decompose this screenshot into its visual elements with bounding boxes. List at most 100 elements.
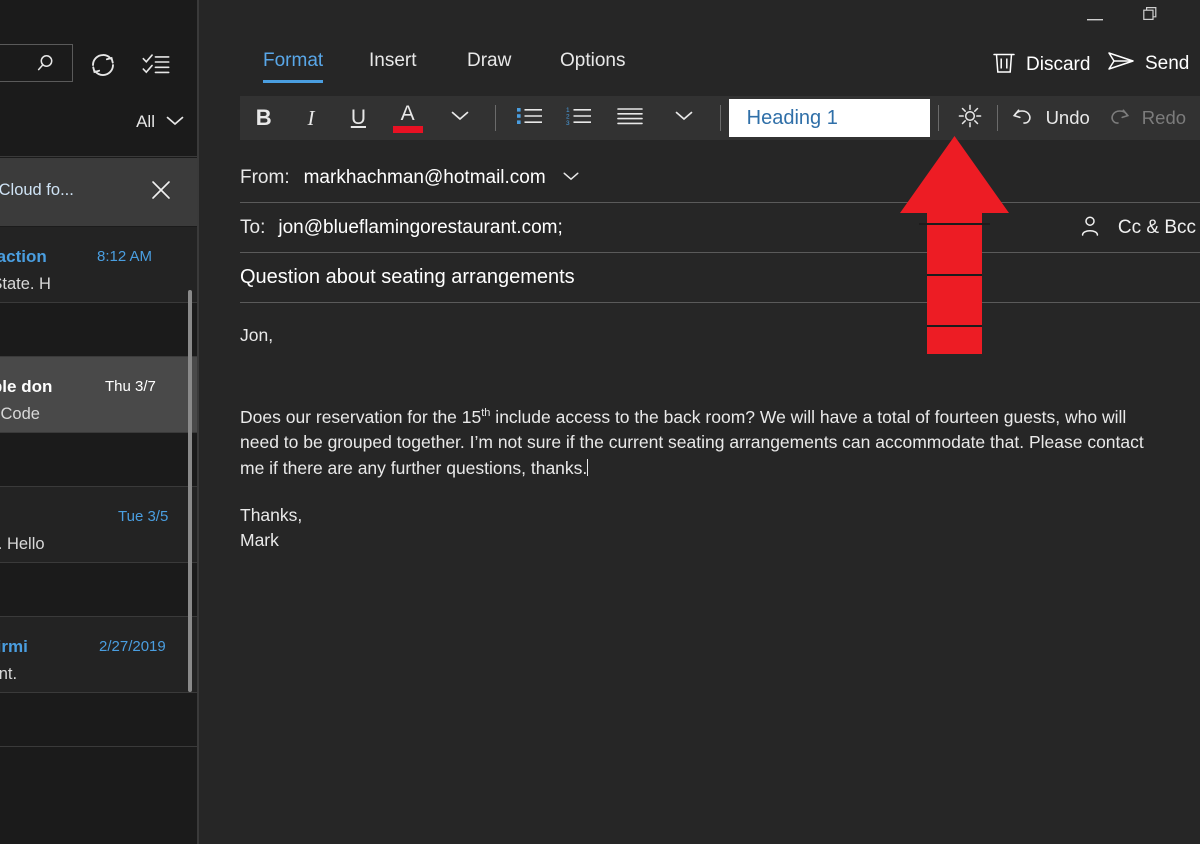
message-subject: n: double don xyxy=(0,377,53,396)
italic-button[interactable]: I xyxy=(287,96,334,140)
from-row[interactable]: From: markhachman@hotmail.com xyxy=(240,154,1200,203)
paragraph-style-value: Heading 1 xyxy=(746,106,838,129)
message-list-spacer xyxy=(0,563,197,617)
to-row[interactable]: To: jon@blueflamingorestaurant.com; Cc &… xyxy=(240,203,1200,253)
message-body[interactable]: Jon, Does our reservation for the 15th i… xyxy=(240,303,1200,844)
message-list-spacer xyxy=(0,693,197,747)
message-date: Thu 3/7 xyxy=(105,378,156,395)
font-color-button[interactable]: A xyxy=(382,96,433,140)
chevron-down-icon xyxy=(450,109,470,127)
notification-text: eative Cloud fo... xyxy=(0,181,74,199)
filter-all-dropdown[interactable]: All xyxy=(136,112,185,132)
underline-icon: U xyxy=(350,106,366,129)
search-icon xyxy=(36,52,60,81)
toolbar-separator xyxy=(996,105,998,131)
tab-insert[interactable]: Insert xyxy=(369,50,417,83)
sidebar-divider xyxy=(0,156,197,157)
restore-button[interactable] xyxy=(1128,0,1174,33)
message-subject: ine attraction xyxy=(0,247,47,266)
undo-icon xyxy=(1010,105,1036,132)
chevron-down-icon xyxy=(674,109,694,127)
redo-button[interactable]: Redo xyxy=(1104,96,1200,140)
paragraph-style-select[interactable]: Heading 1 xyxy=(728,99,931,137)
align-left-icon xyxy=(617,106,644,131)
tab-label: Insert xyxy=(369,50,417,71)
filter-label: All xyxy=(136,112,155,131)
compose-pane: Format Insert Draw Options Discard Send B I … xyxy=(199,0,1200,844)
discard-label: Discard xyxy=(1026,54,1091,75)
underline-button[interactable]: U xyxy=(335,96,382,140)
chevron-down-icon xyxy=(165,112,185,132)
message-list-spacer xyxy=(0,433,197,487)
undo-label: Undo xyxy=(1045,107,1090,128)
subject-value: Question about seating arrangements xyxy=(240,266,575,288)
message-date: 8:12 AM xyxy=(97,248,153,265)
tab-options[interactable]: Options xyxy=(560,50,625,83)
align-button[interactable] xyxy=(604,96,657,140)
message-subject: re confirmi xyxy=(0,637,28,656)
send-label: Send xyxy=(1145,53,1190,74)
font-color-icon: A xyxy=(400,101,415,125)
font-color-swatch xyxy=(392,125,423,133)
undo-button[interactable]: Undo xyxy=(1008,96,1104,140)
to-value: jon@blueflamingorestaurant.com; xyxy=(278,216,563,238)
discard-button[interactable]: Discard xyxy=(993,50,1090,80)
text-caret xyxy=(587,458,589,476)
send-icon xyxy=(1108,50,1134,78)
bold-icon: B xyxy=(255,105,272,130)
send-button[interactable]: Send xyxy=(1108,50,1189,78)
tab-format[interactable]: Format xyxy=(263,50,324,83)
formatting-toolbar[interactable]: B I U A 1 2 3 Heading 1 Undo Redo xyxy=(240,96,1200,140)
search-input[interactable] xyxy=(0,44,73,82)
bulleted-list-icon xyxy=(516,106,543,131)
from-label: From: xyxy=(240,167,290,188)
refresh-icon[interactable] xyxy=(88,50,118,80)
body-paragraph: Does our reservation for the 15th includ… xyxy=(240,401,1159,481)
body-signoff: Thanks, xyxy=(240,505,303,526)
font-options-button[interactable] xyxy=(433,96,486,140)
tab-label: Format xyxy=(263,50,324,71)
body-signature: Mark xyxy=(240,530,279,551)
notification-banner[interactable]: eative Cloud fo... xyxy=(0,158,197,226)
body-paragraph-part1: Does our reservation for the 15 xyxy=(240,406,482,427)
bold-button[interactable]: B xyxy=(240,96,287,140)
message-list-spacer xyxy=(0,303,197,357)
svg-text:3: 3 xyxy=(566,119,570,125)
message-list-item[interactable]: re confirmi 2/27/2019 statement. xyxy=(0,617,197,693)
message-list-item[interactable]: ine attraction 8:12 AM e Tree State. H xyxy=(0,227,197,303)
body-greeting: Jon, xyxy=(240,325,274,345)
checklist-icon[interactable] xyxy=(141,51,171,79)
bulleted-list-button[interactable] xyxy=(505,96,554,140)
message-preview: e Tree State. H xyxy=(0,275,51,293)
message-preview: rls Who Code xyxy=(0,405,40,423)
message-list-item[interactable]: ?Tue 3/5e points. Hello xyxy=(0,487,197,563)
minimize-button[interactable] xyxy=(1072,0,1118,33)
window-titlebar xyxy=(199,0,1200,38)
restore-icon xyxy=(1143,6,1159,27)
message-list[interactable]: ine attraction 8:12 AM e Tree State. H n: d… xyxy=(0,227,197,844)
italic-icon: I xyxy=(307,105,315,130)
from-chevron-down-icon[interactable] xyxy=(562,169,580,187)
minimize-icon xyxy=(1087,8,1103,26)
redo-label: Redo xyxy=(1141,107,1187,128)
paragraph-options-button[interactable] xyxy=(657,96,712,140)
cc-bcc-button[interactable]: Cc & Bcc xyxy=(1078,203,1200,253)
annotation-arrow-up xyxy=(900,136,1009,354)
tab-draw[interactable]: Draw xyxy=(467,50,511,83)
message-preview: e points. Hello xyxy=(0,535,45,553)
redo-icon xyxy=(1106,105,1132,132)
subject-row[interactable]: Question about seating arrangements xyxy=(240,253,1200,303)
to-label: To: xyxy=(240,216,266,238)
message-date: 2/27/2019 xyxy=(99,638,166,655)
sidebar-toolbar: All xyxy=(0,0,197,131)
message-list-item[interactable]: n: double don Thu 3/7 rls Who Code xyxy=(0,357,197,433)
styles-gear-icon xyxy=(957,103,983,134)
app-window: All eative Cloud fo... ine attraction 8:1… xyxy=(0,0,1200,844)
toolbar-separator xyxy=(495,105,497,131)
numbered-list-button[interactable]: 1 2 3 xyxy=(554,96,603,140)
toolbar-separator xyxy=(938,105,940,131)
toolbar-separator xyxy=(719,105,721,131)
styles-button[interactable] xyxy=(945,96,994,140)
sidebar-scrollbar[interactable] xyxy=(188,290,192,692)
close-icon[interactable] xyxy=(149,178,173,202)
